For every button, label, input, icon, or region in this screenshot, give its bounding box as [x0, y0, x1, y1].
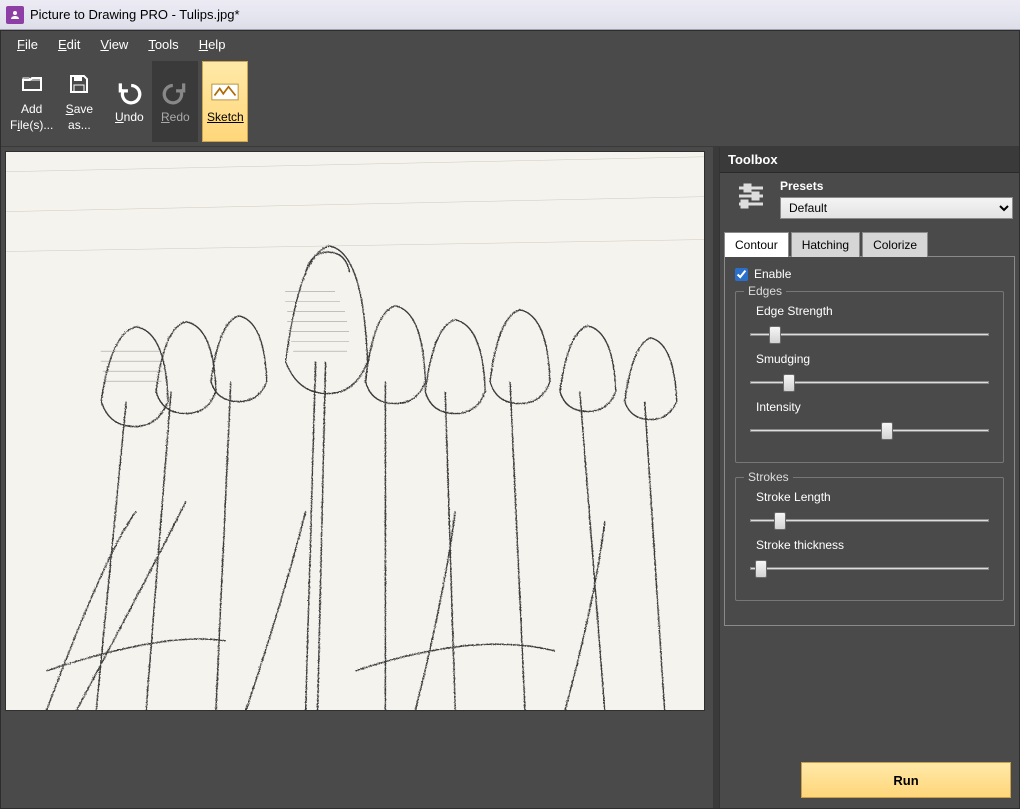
edge-strength-slider[interactable]: [750, 324, 989, 344]
add-files-button[interactable]: AddFile(s)...: [7, 61, 56, 142]
redo-icon: [161, 78, 189, 106]
canvas-area: [1, 147, 713, 808]
menu-edit[interactable]: Edit: [48, 34, 90, 55]
tab-hatching[interactable]: Hatching: [791, 232, 860, 257]
sliders-icon: [734, 179, 768, 213]
toolbox-panel: Toolbox Presets: [719, 147, 1019, 808]
preview-canvas[interactable]: [5, 151, 705, 711]
toolbar: AddFile(s)... Saveas... Undo Redo: [1, 57, 1019, 147]
app-body: File Edit View Tools Help AddFile(s)... …: [0, 30, 1020, 809]
strokes-group: Strokes Stroke Length Stroke thickness: [735, 477, 1004, 601]
redo-button[interactable]: Redo: [152, 61, 198, 142]
tab-contour[interactable]: Contour: [724, 232, 789, 257]
menu-file[interactable]: File: [7, 34, 48, 55]
save-icon: [65, 70, 93, 98]
sketch-icon: [211, 78, 239, 106]
edges-legend: Edges: [744, 284, 786, 298]
smudging-slider[interactable]: [750, 372, 989, 392]
edge-strength-label: Edge Strength: [756, 304, 993, 318]
toolbox-title: Toolbox: [720, 147, 1019, 173]
smudging-label: Smudging: [756, 352, 993, 366]
save-as-button[interactable]: Saveas...: [56, 61, 102, 142]
add-files-label: AddFile(s)...: [10, 102, 53, 133]
menu-help[interactable]: Help: [189, 34, 236, 55]
enable-label: Enable: [754, 267, 791, 281]
strokes-legend: Strokes: [744, 470, 793, 484]
stroke-length-label: Stroke Length: [756, 490, 993, 504]
preset-select[interactable]: Default: [780, 197, 1013, 219]
stroke-length-slider[interactable]: [750, 510, 989, 530]
stroke-thickness-slider[interactable]: [750, 558, 989, 578]
effect-tabs: Contour Hatching Colorize: [720, 231, 1019, 256]
content: Toolbox Presets: [1, 147, 1019, 808]
enable-checkbox[interactable]: [735, 268, 748, 281]
redo-label: Redo: [161, 110, 190, 126]
menubar: File Edit View Tools Help: [1, 31, 1019, 57]
presets-row: Presets Default: [720, 179, 1019, 227]
intensity-slider[interactable]: [750, 420, 989, 440]
folder-open-icon: [18, 70, 46, 98]
tab-pane-contour: Enable Edges Edge Strength Smudging Inte…: [724, 256, 1015, 626]
menu-view[interactable]: View: [90, 34, 138, 55]
titlebar: Picture to Drawing PRO - Tulips.jpg*: [0, 0, 1020, 30]
intensity-label: Intensity: [756, 400, 993, 414]
run-button[interactable]: Run: [801, 762, 1011, 798]
menu-tools[interactable]: Tools: [138, 34, 188, 55]
stroke-thickness-label: Stroke thickness: [756, 538, 993, 552]
sketch-label: Sketch: [207, 110, 244, 126]
sketch-button[interactable]: Sketch: [202, 61, 248, 142]
window-title: Picture to Drawing PRO - Tulips.jpg*: [30, 7, 240, 22]
undo-label: Undo: [115, 110, 144, 126]
tab-colorize[interactable]: Colorize: [862, 232, 928, 257]
app-icon: [6, 6, 24, 24]
undo-button[interactable]: Undo: [106, 61, 152, 142]
edges-group: Edges Edge Strength Smudging Intensity: [735, 291, 1004, 463]
undo-icon: [115, 78, 143, 106]
presets-label: Presets: [780, 179, 1013, 193]
save-as-label: Saveas...: [66, 102, 93, 133]
